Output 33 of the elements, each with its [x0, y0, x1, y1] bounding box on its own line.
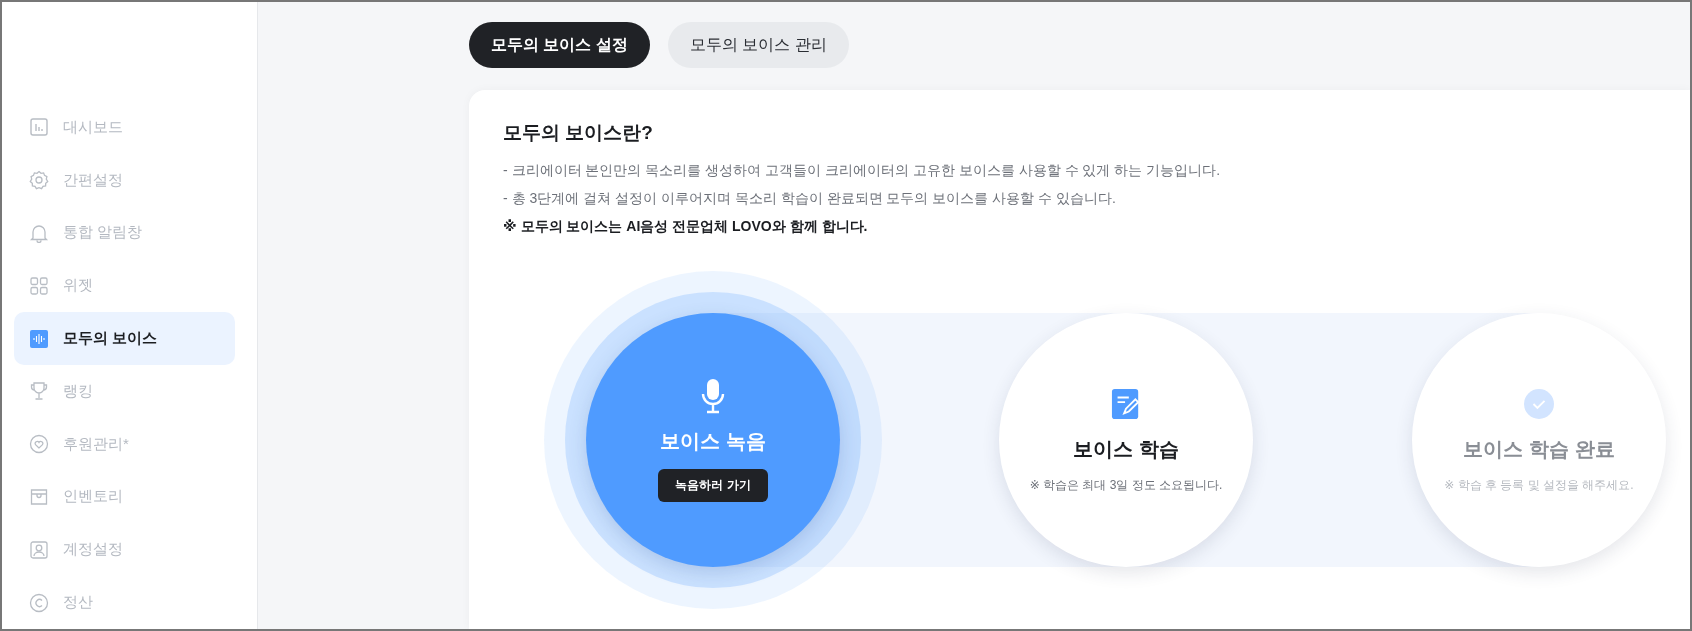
- sidebar-item[interactable]: 계정설정: [14, 523, 235, 577]
- step-title: 보이스 녹음: [660, 429, 766, 454]
- record-button[interactable]: 녹음하러 가기: [658, 469, 768, 502]
- sidebar-item[interactable]: 위젯: [14, 259, 235, 313]
- tab[interactable]: 모두의 보이스 관리: [667, 22, 849, 68]
- sidebar-item[interactable]: 모두의 보이스: [14, 312, 235, 365]
- copyright-icon: [29, 592, 49, 613]
- description-text: - 총 3단계에 걸쳐 설정이 이루어지며 목소리 학습이 완료되면 모두의 보이스를 사용할 수 있습니다.: [503, 190, 1117, 208]
- section-title: 모두의 보이스란?: [503, 121, 654, 145]
- description-text: - 크리에이터 본인만의 목소리를 생성하여 고객들이 크리에이터의 고유한 보이스를 사용할 수 있게 하는 기능입니다.: [503, 162, 1222, 180]
- sidebar-item[interactable]: 랭킹: [14, 365, 235, 418]
- bell-icon: [29, 223, 49, 243]
- sidebar-item[interactable]: 통합 알림창: [14, 206, 235, 260]
- edit-icon: [1111, 386, 1141, 422]
- notice-text: ※ 모두의 보이스는 AI음성 전문업체 LOVO와 함께 합니다.: [503, 218, 869, 236]
- sidebar-item[interactable]: 정산: [14, 576, 235, 629]
- person-icon: [29, 539, 49, 560]
- grid-icon: [29, 275, 49, 296]
- step-note: ※ 학습 후 등록 및 설정을 해주세요.: [1444, 477, 1634, 494]
- sidebar-item[interactable]: 인벤토리: [14, 470, 235, 524]
- check-icon: [1524, 386, 1554, 422]
- sidebar-item[interactable]: 대시보드: [14, 101, 235, 154]
- settings-icon: [29, 170, 49, 191]
- step-title: 보이스 학습: [1073, 437, 1179, 462]
- tab[interactable]: 모두의 보이스 설정: [469, 22, 650, 68]
- trophy-icon: [29, 381, 49, 402]
- step-title: 보이스 학습 완료: [1463, 437, 1615, 462]
- box-icon: [29, 486, 49, 507]
- sidebar-item[interactable]: 후원관리*: [14, 417, 235, 471]
- chart-icon: [29, 117, 49, 138]
- sound-wave-icon: [29, 328, 49, 349]
- sidebar-item[interactable]: 간편설정: [14, 153, 235, 207]
- step-note: ※ 학습은 최대 3일 정도 소요됩니다.: [1029, 477, 1223, 494]
